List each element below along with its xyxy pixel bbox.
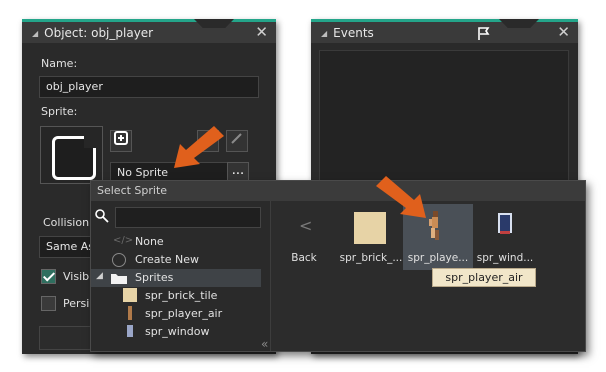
create-new-label: Create New	[135, 253, 200, 266]
tree-item-sprites-folder[interactable]: ◢ Sprites	[91, 269, 261, 287]
asset-tree-pane: </> None Create New ◢ Sprites spr_brick_…	[91, 201, 271, 351]
tree-item-label: spr_player_air	[145, 307, 223, 320]
name-label: Name:	[41, 57, 78, 70]
select-sprite-title: Select Sprite	[91, 181, 585, 201]
events-list	[319, 50, 569, 195]
tree-item-create-new[interactable]: Create New	[91, 251, 261, 269]
select-sprite-dialog: Select Sprite </> None Create New ◢ Spri…	[90, 180, 586, 352]
none-icon: </>	[113, 235, 134, 246]
folder-icon	[111, 274, 127, 284]
sprite-select-value: No Sprite	[117, 166, 169, 179]
new-sprite-button[interactable]	[110, 130, 132, 152]
sprites-folder-label: Sprites	[135, 271, 174, 284]
flag-icon[interactable]	[477, 27, 491, 41]
no-sprite-icon	[52, 136, 96, 180]
asset-back-label: Back	[291, 252, 317, 264]
persistent-label: Persi	[63, 297, 90, 310]
tree-item-label: spr_brick_tile	[145, 289, 218, 302]
name-field[interactable]: obj_player	[39, 76, 259, 98]
persistent-checkbox[interactable]	[41, 296, 56, 311]
visible-checkbox[interactable]	[41, 269, 56, 284]
brick-tile-thumb-icon	[123, 288, 137, 302]
events-panel-title: Events	[333, 26, 374, 40]
search-icon	[95, 209, 109, 223]
none-label: None	[135, 235, 164, 248]
tree-item-spr-brick-tile[interactable]: spr_brick_tile	[91, 287, 261, 305]
close-icon[interactable]: ✕	[255, 23, 268, 41]
window-sprite-icon	[498, 213, 512, 234]
search-input[interactable]	[115, 207, 261, 228]
asset-tooltip: spr_player_air	[432, 268, 536, 287]
asset-spr-window[interactable]: spr_wind...	[470, 204, 540, 270]
collapse-pane-icon[interactable]: «	[261, 337, 268, 351]
plus-icon	[114, 131, 128, 145]
tree-item-spr-window[interactable]: spr_window	[91, 323, 261, 341]
player-thumb-icon	[128, 306, 132, 320]
header-notch	[194, 19, 234, 28]
collision-label: Collision	[43, 216, 90, 229]
back-arrow-icon: <	[299, 216, 313, 235]
annotation-arrow-icon	[174, 126, 224, 168]
tree-item-spr-player-air[interactable]: spr_player_air	[91, 305, 261, 323]
collapse-triangle-icon[interactable]: ◢	[32, 29, 38, 38]
asset-player-label: spr_playe...	[407, 252, 469, 264]
asset-window-label: spr_wind...	[476, 252, 534, 264]
edit-image-button[interactable]	[226, 130, 248, 152]
expand-triangle-icon[interactable]: ◢	[96, 271, 103, 281]
sprite-preview[interactable]	[40, 126, 103, 184]
collapse-triangle-icon[interactable]: ◢	[321, 29, 327, 38]
header-notch	[499, 19, 539, 28]
annotation-arrow-icon	[376, 176, 426, 218]
close-icon[interactable]: ✕	[557, 23, 570, 41]
object-panel-title: Object: obj_player	[44, 26, 154, 40]
object-panel-header: ◢ Object: obj_player ✕	[22, 19, 276, 43]
asset-back[interactable]: < Back	[269, 204, 339, 270]
tree-item-label: spr_window	[145, 325, 210, 338]
brush-icon	[231, 133, 242, 144]
window-thumb-icon	[127, 325, 133, 337]
create-new-icon	[112, 253, 126, 267]
asset-brick-label: spr_brick_...	[339, 252, 403, 264]
sprite-label: Sprite:	[41, 105, 78, 118]
tree-item-none[interactable]: </> None	[91, 233, 261, 251]
events-panel-header: ◢ Events ✕	[311, 19, 578, 43]
